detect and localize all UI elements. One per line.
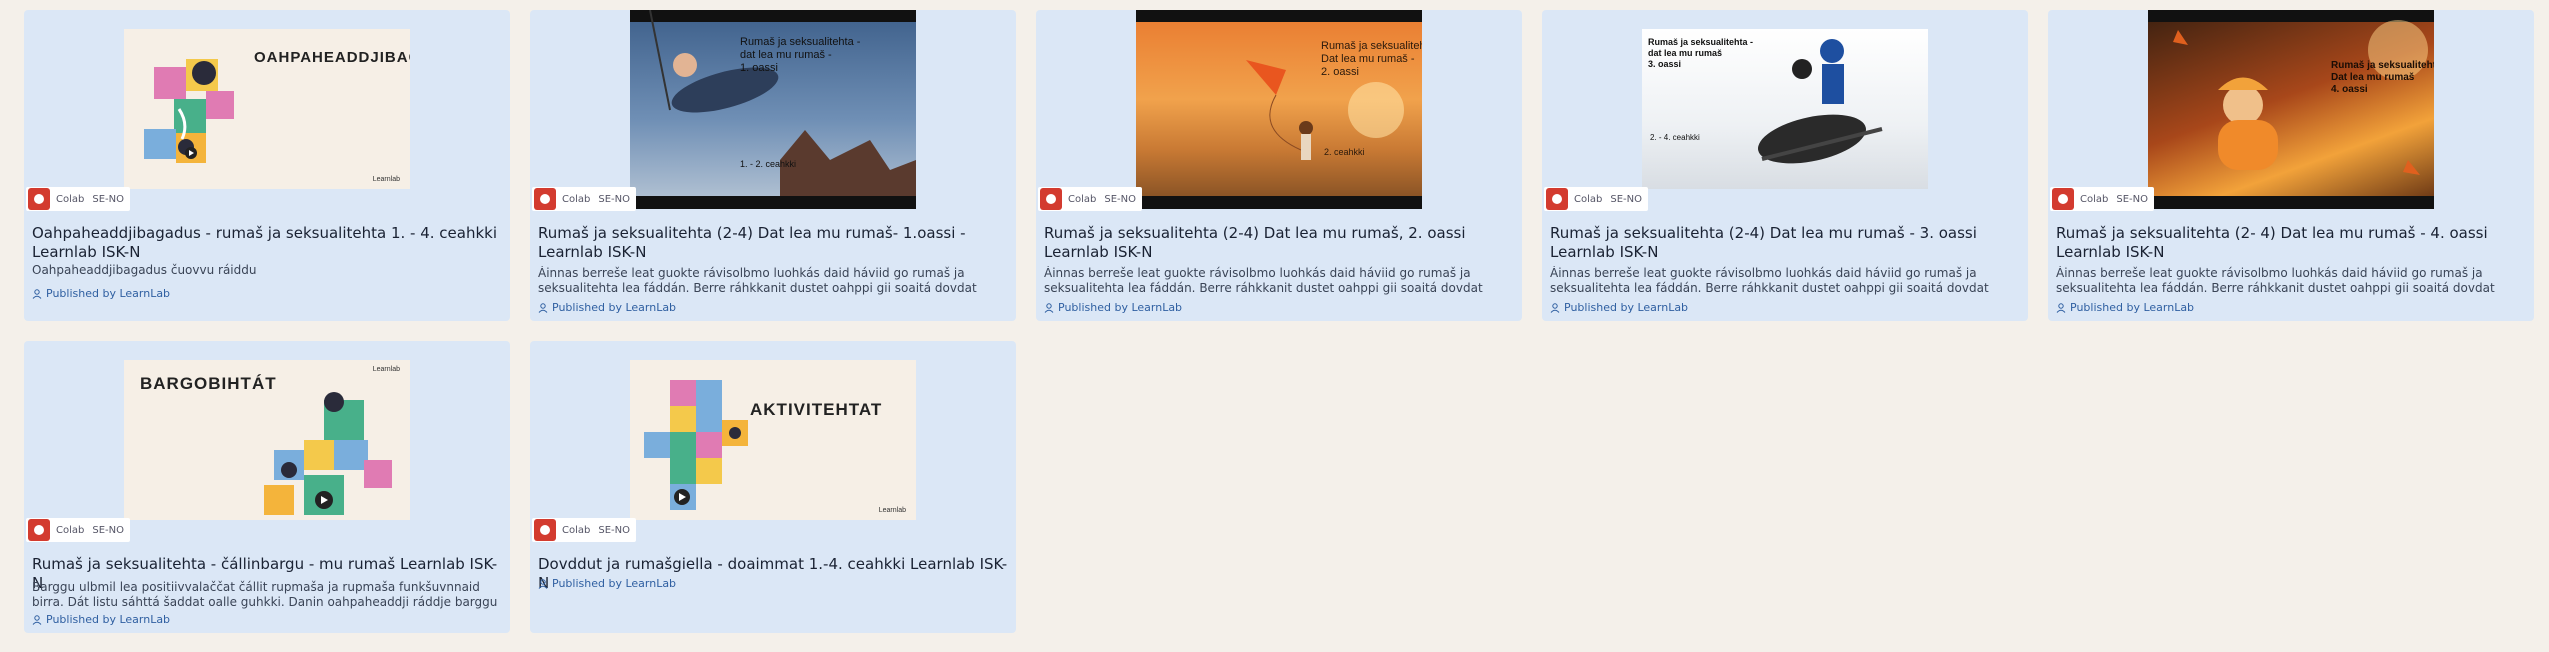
card-thumbnail[interactable]: AKTIVITEHTAT Learnlab	[530, 341, 1016, 545]
card-title[interactable]: Rumaš ja seksualitehta (2-4) Dat lea mu …	[1550, 224, 2020, 262]
card-title[interactable]: Rumaš ja seksualitehta (2- 4) Dat lea mu…	[2056, 224, 2526, 262]
thumbnail-headline: BARGOBIHTÁT	[140, 374, 277, 393]
publisher-badge: Colab SE-NO	[532, 518, 636, 542]
card-description: Áinnas berreše leat guokte rávisolbmo lu…	[538, 266, 977, 295]
user-icon	[2056, 302, 2066, 313]
badge-lang: SE-NO	[598, 524, 630, 536]
thumbnail-overlay-text: Rumaš ja seksualitehta - dat lea mu ruma…	[1648, 37, 1754, 69]
thumbnail-overlay-text: Rumaš ja seksualitehta - dat lea mu ruma…	[740, 36, 861, 74]
thumbnail-image: Rumaš ja seksualitehta - Dat lea mu ruma…	[2148, 10, 2434, 209]
badge-lang: SE-NO	[598, 193, 630, 205]
colab-logo-icon	[1040, 188, 1062, 210]
learnlab-logo: Learnlab	[372, 366, 400, 373]
card-thumbnail[interactable]: Rumaš ja seksualitehta - dat lea mu ruma…	[530, 10, 1016, 214]
resource-card[interactable]: Rumaš ja seksualitehta - Dat lea mu ruma…	[1036, 10, 1522, 321]
card-thumbnail[interactable]: Rumaš ja seksualitehta - Dat lea mu ruma…	[1036, 10, 1522, 214]
resource-card[interactable]: OAHPAHEADDJIBAGADUS Learnlab Colab SE-NO…	[24, 10, 510, 321]
thumbnail-headline: OAHPAHEADDJIBAGADUS	[254, 49, 410, 66]
publisher-text: Published by LearnLab	[2070, 301, 2195, 314]
card-title[interactable]: Oahpaheaddjibagadus - rumaš ja seksualit…	[32, 224, 502, 262]
publisher-line[interactable]: Published by LearnLab	[1550, 301, 1688, 314]
thumbnail-small-text: 1. - 2. ceahkki	[740, 159, 797, 169]
resource-card[interactable]: BARGOBIHTÁT Learnlab Colab SE-NO Rumaš j…	[24, 341, 510, 633]
illustration-graphic	[644, 380, 748, 510]
publisher-line[interactable]: Published by LearnLab	[32, 613, 170, 626]
card-description: Barggu ulbmil lea positiivvalaččat čálli…	[32, 580, 498, 609]
publisher-text: Published by LearnLab	[552, 577, 677, 590]
card-description: Áinnas berreše leat guokte rávisolbmo lu…	[1550, 266, 1989, 295]
colab-logo-icon	[2052, 188, 2074, 210]
resource-card[interactable]: AKTIVITEHTAT Learnlab Colab SE-NO Dovddu…	[530, 341, 1016, 633]
badge-org: Colab	[56, 193, 85, 205]
publisher-line[interactable]: Published by LearnLab	[2056, 301, 2194, 314]
thumbnail-image: Rumaš ja seksualitehta - dat lea mu ruma…	[1642, 29, 1928, 189]
badge-lang: SE-NO	[2116, 193, 2148, 205]
thumbnail-image: AKTIVITEHTAT Learnlab	[630, 360, 916, 520]
learnlab-logo: Learnlab	[372, 176, 400, 183]
photo-autumn-graphic	[2148, 10, 2434, 209]
colab-logo-icon	[1546, 188, 1568, 210]
badge-lang: SE-NO	[92, 193, 124, 205]
user-icon	[538, 302, 548, 313]
badge-lang: SE-NO	[1610, 193, 1642, 205]
card-description: Oahpaheaddjibagadus čuovvu ráiddu	[32, 263, 257, 277]
publisher-text: Published by LearnLab	[46, 613, 171, 626]
publisher-text: Published by LearnLab	[1564, 301, 1689, 314]
badge-lang: SE-NO	[1104, 193, 1136, 205]
thumbnail-overlay-text: Rumaš ja seksualitehta - Dat lea mu ruma…	[1321, 40, 1422, 78]
resource-card[interactable]: Rumaš ja seksualitehta - Dat lea mu ruma…	[2048, 10, 2534, 321]
card-thumbnail[interactable]: Rumaš ja seksualitehta - Dat lea mu ruma…	[2048, 10, 2534, 214]
publisher-badge: Colab SE-NO	[1544, 187, 1648, 211]
card-title[interactable]: Rumaš ja seksualitehta (2-4) Dat lea mu …	[1044, 224, 1514, 262]
publisher-badge: Colab SE-NO	[1038, 187, 1142, 211]
user-icon	[32, 288, 42, 299]
publisher-text: Published by LearnLab	[552, 301, 677, 314]
card-thumbnail[interactable]: OAHPAHEADDJIBAGADUS Learnlab	[24, 10, 510, 214]
user-icon	[1044, 302, 1054, 313]
colab-logo-icon	[534, 188, 556, 210]
thumbnail-image: OAHPAHEADDJIBAGADUS Learnlab	[124, 29, 410, 189]
learnlab-logo: Learnlab	[878, 507, 906, 514]
publisher-line[interactable]: Published by LearnLab	[538, 301, 676, 314]
user-icon	[538, 578, 548, 589]
badge-lang: SE-NO	[92, 524, 124, 536]
publisher-badge: Colab SE-NO	[26, 187, 130, 211]
publisher-badge: Colab SE-NO	[2050, 187, 2154, 211]
resource-card[interactable]: Rumaš ja seksualitehta - dat lea mu ruma…	[530, 10, 1016, 321]
publisher-line[interactable]: Published by LearnLab	[538, 577, 676, 590]
colab-logo-icon	[534, 519, 556, 541]
badge-org: Colab	[1574, 193, 1603, 205]
badge-org: Colab	[1068, 193, 1097, 205]
thumbnail-image: Rumaš ja seksualitehta - dat lea mu ruma…	[630, 10, 916, 209]
thumbnail-image: Rumaš ja seksualitehta - Dat lea mu ruma…	[1136, 10, 1422, 209]
badge-org: Colab	[562, 193, 591, 205]
thumbnail-overlay-text: Rumaš ja seksualitehta - Dat lea mu ruma…	[2331, 60, 2434, 95]
publisher-text: Published by LearnLab	[1058, 301, 1183, 314]
thumbnail-small-text: 2. ceahkki	[1324, 147, 1365, 157]
thumbnail-image: BARGOBIHTÁT Learnlab	[124, 360, 410, 520]
user-icon	[1550, 302, 1560, 313]
resource-card[interactable]: Rumaš ja seksualitehta - dat lea mu ruma…	[1542, 10, 2028, 321]
publisher-badge: Colab SE-NO	[26, 518, 130, 542]
publisher-line[interactable]: Published by LearnLab	[1044, 301, 1182, 314]
card-description: Áinnas berreše leat guokte rávisolbmo lu…	[1044, 266, 1483, 295]
publisher-text: Published by LearnLab	[46, 287, 171, 300]
user-icon	[32, 614, 42, 625]
thumbnail-headline: AKTIVITEHTAT	[750, 400, 883, 419]
badge-org: Colab	[562, 524, 591, 536]
badge-org: Colab	[2080, 193, 2109, 205]
card-thumbnail[interactable]: Rumaš ja seksualitehta - dat lea mu ruma…	[1542, 10, 2028, 214]
thumbnail-small-text: 2. - 4. ceahkki	[1650, 133, 1700, 142]
badge-org: Colab	[56, 524, 85, 536]
colab-logo-icon	[28, 519, 50, 541]
publisher-line[interactable]: Published by LearnLab	[32, 287, 170, 300]
card-description: Áinnas berreše leat guokte rávisolbmo lu…	[2056, 266, 2495, 295]
publisher-badge: Colab SE-NO	[532, 187, 636, 211]
card-thumbnail[interactable]: BARGOBIHTÁT Learnlab	[24, 341, 510, 545]
resource-grid: OAHPAHEADDJIBAGADUS Learnlab Colab SE-NO…	[24, 10, 2534, 633]
card-title[interactable]: Rumaš ja seksualitehta (2-4) Dat lea mu …	[538, 224, 1008, 262]
colab-logo-icon	[28, 188, 50, 210]
